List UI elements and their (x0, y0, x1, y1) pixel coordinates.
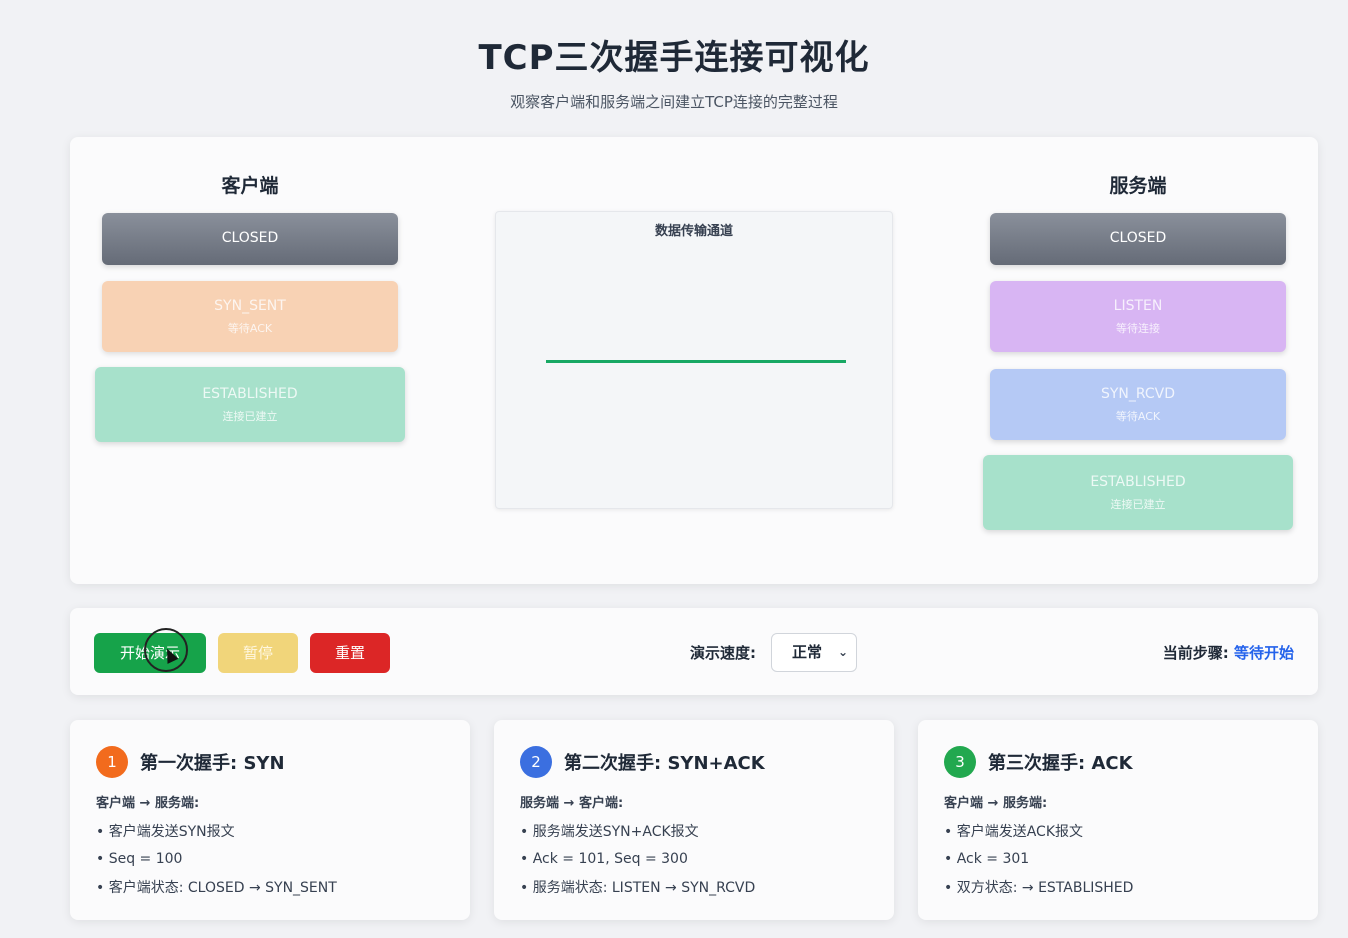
client-title: 客户端 (221, 175, 279, 197)
speed-value: 正常 (792, 643, 823, 661)
step-label: 当前步骤: (1162, 644, 1229, 662)
card-line: 客户端发送ACK报文 (944, 821, 1292, 841)
client-state-established: ESTABLISHED 连接已建立 (95, 367, 405, 442)
state-desc: 连接已建立 (222, 410, 278, 423)
step-value: 等待开始 (1233, 644, 1294, 662)
step-card-3: 3 第三次握手: ACK 客户端 → 服务端: 客户端发送ACK报文 Ack =… (918, 720, 1318, 920)
channel-title: 数据传输通道 (654, 224, 733, 239)
card-direction: 服务端 → 客户端: (520, 796, 624, 811)
controls-panel: 开始演示 暂停 重置 演示速度: 正常 ⌄ 当前步骤: 等待开始 (70, 608, 1318, 695)
page-title: TCP三次握手连接可视化 (478, 38, 870, 78)
step-number-badge: 2 (520, 746, 552, 778)
card-title: 第二次握手: SYN+ACK (564, 753, 765, 774)
state-name: ESTABLISHED (1090, 474, 1186, 490)
data-channel: 数据传输通道 (495, 211, 893, 509)
visualization-panel: 客户端 CLOSED SYN_SENT 等待ACK ESTABLISHED 连接… (70, 137, 1318, 584)
card-line: 服务端发送SYN+ACK报文 (520, 821, 868, 841)
server-title: 服务端 (1109, 175, 1167, 197)
channel-line (546, 360, 846, 363)
step-card-2: 2 第二次握手: SYN+ACK 服务端 → 客户端: 服务端发送SYN+ACK… (494, 720, 894, 920)
server-state-listen: LISTEN 等待连接 (990, 281, 1286, 352)
step-number-badge: 1 (96, 746, 128, 778)
step-card-1: 1 第一次握手: SYN 客户端 → 服务端: 客户端发送SYN报文 Seq =… (70, 720, 470, 920)
step-number-badge: 3 (944, 746, 976, 778)
state-desc: 等待ACK (1115, 410, 1161, 423)
card-title: 第三次握手: ACK (988, 753, 1133, 774)
client-state-closed: CLOSED (102, 213, 398, 265)
state-name: CLOSED (1109, 230, 1167, 246)
card-line: 客户端发送SYN报文 (96, 821, 444, 841)
page-subtitle: 观察客户端和服务端之间建立TCP连接的完整过程 (510, 93, 838, 111)
card-line: Ack = 101, Seq = 300 (520, 851, 868, 867)
server-state-closed: CLOSED (990, 213, 1286, 265)
state-name: SYN_SENT (214, 298, 286, 314)
speed-select[interactable]: 正常 ⌄ (771, 633, 857, 672)
state-desc: 等待ACK (227, 322, 273, 335)
card-line: Seq = 100 (96, 851, 444, 867)
card-line: 客户端状态: CLOSED → SYN_SENT (96, 877, 444, 897)
state-desc: 等待连接 (1116, 322, 1160, 335)
state-name: ESTABLISHED (202, 386, 298, 402)
pause-button[interactable]: 暂停 (218, 633, 298, 673)
reset-button[interactable]: 重置 (310, 633, 390, 673)
speed-label: 演示速度: (690, 644, 756, 662)
state-desc: 连接已建立 (1110, 498, 1166, 511)
card-title: 第一次握手: SYN (140, 753, 285, 774)
card-direction: 客户端 → 服务端: (944, 796, 1048, 811)
card-line: Ack = 301 (944, 851, 1292, 867)
card-direction: 客户端 → 服务端: (96, 796, 200, 811)
state-name: SYN_RCVD (1100, 386, 1176, 402)
state-name: LISTEN (1113, 298, 1163, 314)
client-state-syn-sent: SYN_SENT 等待ACK (102, 281, 398, 352)
chevron-down-icon: ⌄ (837, 645, 848, 659)
current-step: 当前步骤: 等待开始 (1163, 642, 1294, 663)
card-line: 双方状态: → ESTABLISHED (944, 877, 1292, 897)
page-header: TCP三次握手连接可视化 观察客户端和服务端之间建立TCP连接的完整过程 (0, 30, 1348, 112)
server-state-syn-rcvd: SYN_RCVD 等待ACK (990, 369, 1286, 440)
state-name: CLOSED (221, 230, 279, 246)
card-line: 服务端状态: LISTEN → SYN_RCVD (520, 877, 868, 897)
server-state-established: ESTABLISHED 连接已建立 (983, 455, 1293, 530)
